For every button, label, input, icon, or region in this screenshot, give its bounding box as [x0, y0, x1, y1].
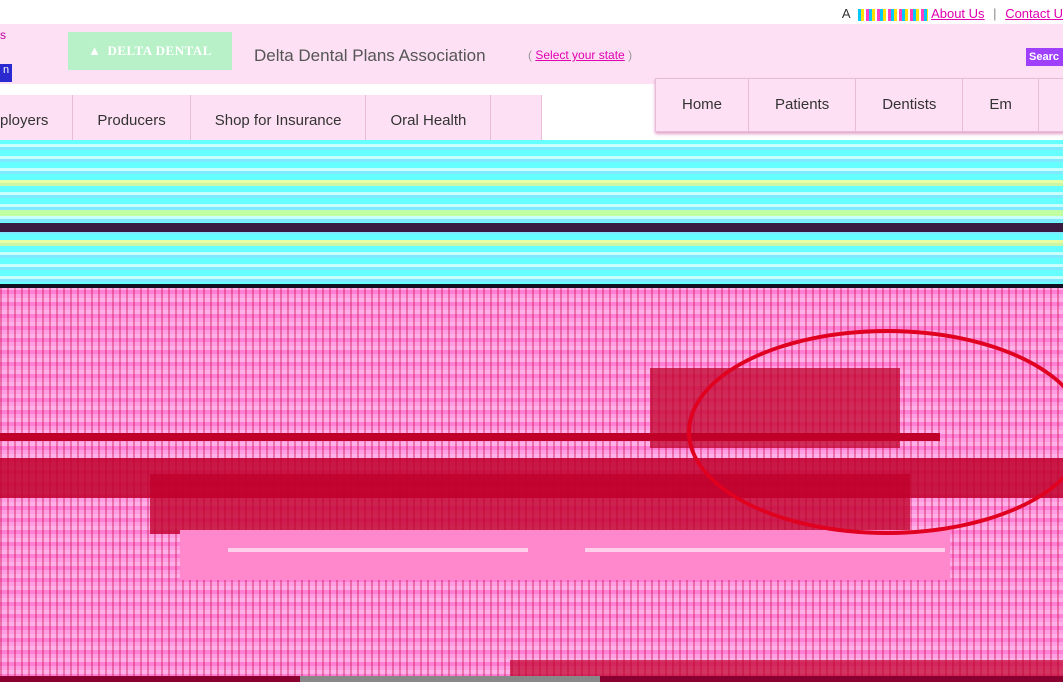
bottom-bar-segment: [300, 676, 600, 682]
glitch-pink-box: [180, 530, 950, 580]
nav-patients[interactable]: Patients: [749, 79, 857, 131]
state-paren-close: ): [628, 48, 633, 62]
nav-employers[interactable]: Em: [963, 79, 1039, 131]
red-ellipse-highlight: [687, 329, 1063, 535]
delta-triangle-icon: ▲: [88, 43, 102, 58]
bottom-bar: [0, 676, 1063, 682]
glitch-band: [0, 180, 1063, 186]
left-edge-button[interactable]: n: [0, 64, 12, 82]
select-state-link[interactable]: Select your state: [535, 48, 624, 62]
nav-dentists[interactable]: Dentists: [856, 79, 964, 131]
contact-us-link[interactable]: Contact U: [1005, 6, 1063, 21]
logo-text: DELTA DENTAL: [107, 43, 212, 58]
state-selector: ( Select your state ): [528, 48, 632, 62]
association-title: Delta Dental Plans Association: [254, 46, 486, 65]
nav-home[interactable]: Home: [656, 79, 750, 131]
glitch-artifact: [858, 8, 929, 21]
left-edge-text: s: [0, 28, 6, 42]
glitch-band: [0, 240, 1063, 246]
glitch-line: [585, 548, 945, 552]
delta-dental-logo[interactable]: ▲ DELTA DENTAL: [68, 32, 232, 70]
about-us-link[interactable]: About Us: [931, 6, 984, 21]
glitch-red-bar: [510, 660, 1063, 676]
site-header: s n ▲ DELTA DENTAL Delta Dental Plans As…: [0, 24, 1063, 84]
text-size-label[interactable]: A: [842, 6, 851, 21]
state-paren-open: (: [528, 48, 532, 62]
separator: |: [993, 6, 997, 21]
hero-banner-top: [0, 140, 1063, 290]
utility-bar: A About Us | Contact U: [842, 6, 1063, 21]
glitch-line: [228, 548, 528, 552]
glitch-band: [0, 210, 1063, 216]
primary-nav: Home Patients Dentists Em: [655, 78, 1063, 132]
search-button[interactable]: Searc: [1026, 48, 1063, 66]
